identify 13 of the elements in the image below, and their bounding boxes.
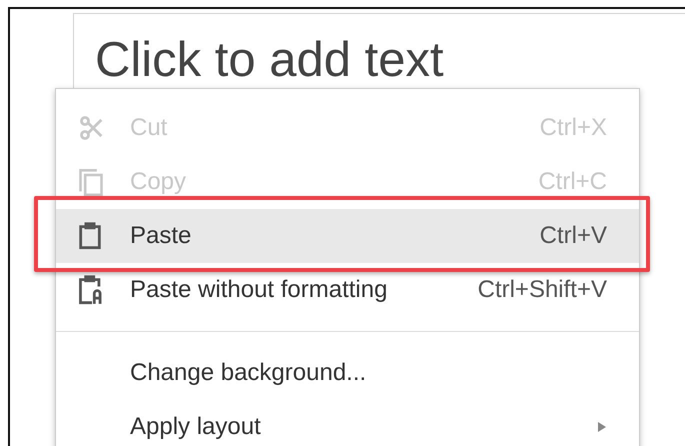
menu-item-label: Paste without formatting [130,276,388,304]
menu-item[interactable]: Apply layout [56,400,639,446]
copy-icon [78,168,104,196]
menu-item-label: Paste [130,222,192,250]
menu-item[interactable]: Paste without formatting Ctrl+Shift+V [56,263,639,317]
menu-item-label: Change background... [130,359,368,387]
shortcut-text: Ctrl+Shift+V [478,276,607,304]
shortcut-text: Ctrl+V [540,222,607,250]
clipboard-icon [78,222,102,250]
menu-item[interactable]: Change background... [56,346,639,400]
placeholder-text: Click to add text [95,36,444,85]
menu-item-label: Apply layout [130,413,262,441]
menu-item[interactable]: Paste Ctrl+V [56,209,639,263]
